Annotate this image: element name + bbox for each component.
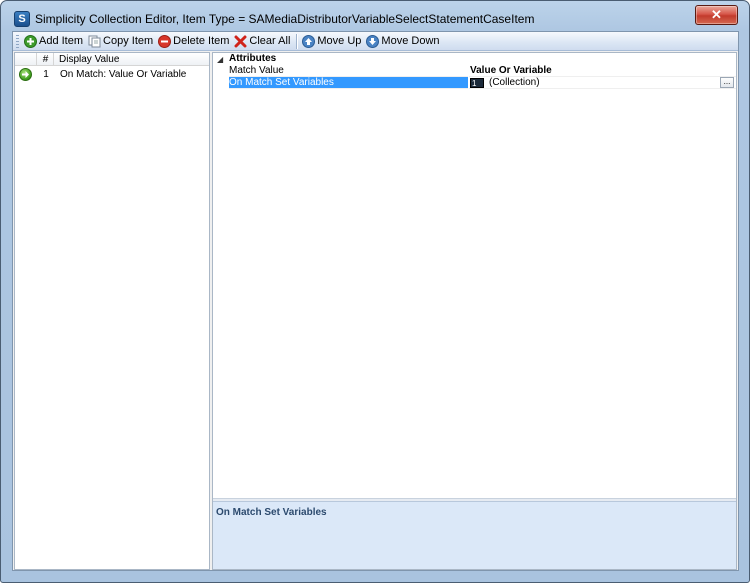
property-name[interactable]: On Match Set Variables — [229, 77, 468, 89]
description-panel: On Match Set Variables — [213, 501, 736, 569]
copy-icon — [88, 35, 101, 48]
collection-value-text: (Collection) — [489, 77, 540, 88]
title-bar[interactable]: S Simplicity Collection Editor, Item Typ… — [1, 1, 749, 31]
window-title: Simplicity Collection Editor, Item Type … — [35, 12, 535, 26]
clear-x-icon — [234, 35, 247, 48]
property-name[interactable]: Match Value — [229, 65, 468, 77]
category-label: Attributes — [229, 53, 277, 64]
toolbar-separator — [296, 33, 298, 49]
number-column-header[interactable]: # — [38, 53, 54, 66]
arrow-up-icon — [302, 34, 316, 48]
move-up-label: Move Up — [317, 35, 362, 47]
clear-all-button[interactable]: Clear All — [232, 33, 292, 50]
category-attributes[interactable]: ◢ Attributes — [213, 53, 736, 65]
close-icon: ✕ — [711, 7, 722, 22]
delete-icon — [158, 34, 172, 48]
delete-item-button[interactable]: Delete Item — [156, 33, 231, 50]
list-item[interactable]: 1 On Match: Value Or Variable — [15, 67, 209, 82]
list-item-number: 1 — [43, 69, 49, 80]
property-value-field[interactable]: 1 (Collection) ... — [469, 77, 736, 89]
collection-editor-window: S Simplicity Collection Editor, Item Typ… — [0, 0, 750, 583]
list-item-display-value: On Match: Value Or Variable — [60, 69, 187, 80]
description-title: On Match Set Variables — [216, 507, 327, 518]
toolbar: Add Item Copy Item Delete Item Clear All — [13, 32, 738, 51]
add-item-button[interactable]: Add Item — [22, 33, 85, 50]
toolbar-grip[interactable] — [16, 34, 19, 48]
clear-all-label: Clear All — [249, 35, 291, 47]
move-down-button[interactable]: Move Down — [364, 33, 441, 50]
list-header: # Display Value — [15, 53, 209, 66]
items-list[interactable]: # Display Value 1 On Match: Value Or Var… — [14, 52, 210, 570]
collapse-triangle-icon[interactable]: ◢ — [217, 55, 223, 64]
copy-item-label: Copy Item — [103, 35, 154, 47]
property-row-on-match-set-variables[interactable]: On Match Set Variables 1 (Collection) ..… — [213, 77, 736, 89]
property-grid[interactable]: ◢ Attributes Match Value Value Or Variab… — [212, 52, 737, 570]
display-value-column-header[interactable]: Display Value — [59, 53, 119, 66]
delete-item-label: Delete Item — [173, 35, 230, 47]
edit-collection-button[interactable]: ... — [720, 77, 734, 88]
row-selector-header[interactable] — [15, 53, 37, 66]
client-area: Add Item Copy Item Delete Item Clear All — [12, 31, 739, 571]
app-icon[interactable]: S — [14, 11, 30, 27]
arrow-right-green-icon — [19, 68, 32, 81]
move-down-label: Move Down — [381, 35, 440, 47]
property-row-match-value[interactable]: Match Value Value Or Variable — [213, 65, 736, 77]
add-item-label: Add Item — [39, 35, 84, 47]
collection-count-badge: 1 — [470, 78, 484, 88]
add-icon — [24, 34, 37, 48]
close-button[interactable]: ✕ — [695, 5, 738, 25]
arrow-down-icon — [366, 34, 380, 48]
copy-item-button[interactable]: Copy Item — [86, 33, 155, 50]
move-up-button[interactable]: Move Up — [300, 33, 363, 50]
property-value-field[interactable]: Value Or Variable — [469, 65, 736, 77]
